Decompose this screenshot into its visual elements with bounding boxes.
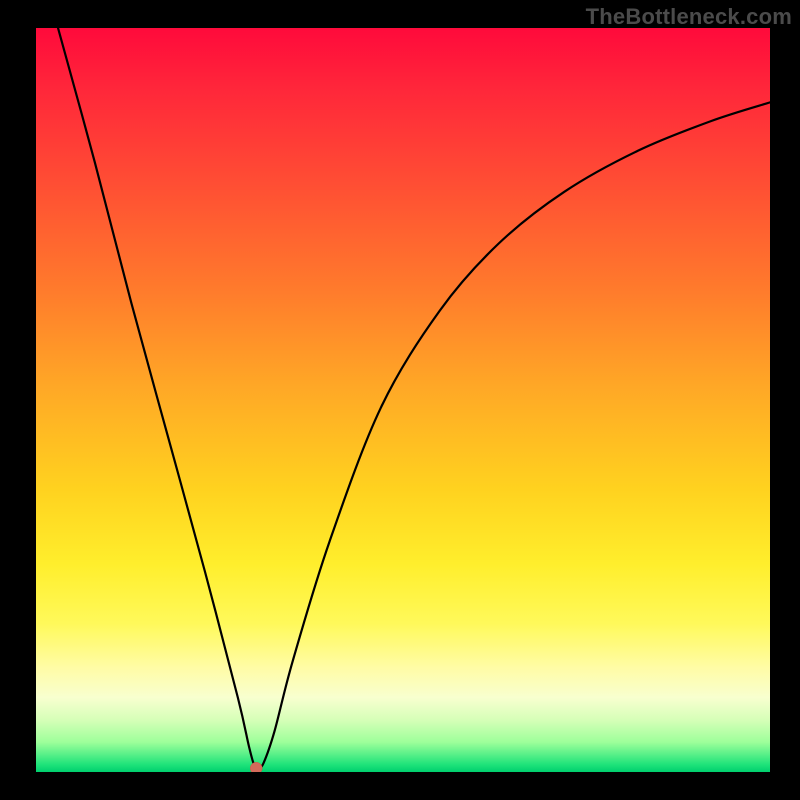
chart-frame: TheBottleneck.com [0, 0, 800, 800]
min-point-marker [250, 762, 262, 772]
curve-layer [36, 28, 770, 772]
watermark-text: TheBottleneck.com [586, 4, 792, 30]
plot-area [36, 28, 770, 772]
bottleneck-curve [58, 28, 770, 768]
